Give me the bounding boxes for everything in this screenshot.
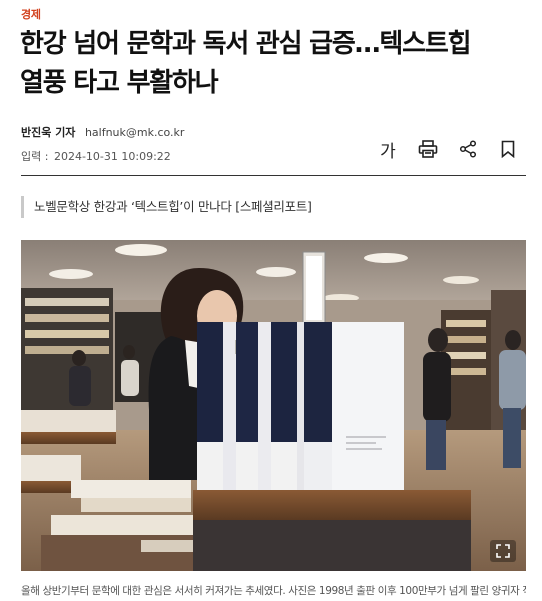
header-divider <box>21 175 526 176</box>
article-toolbar: 가 <box>368 137 528 162</box>
headline-line-2: 열풍 타고 부활하나 <box>20 68 219 98</box>
font-size-button[interactable]: 가 <box>368 137 408 162</box>
headline-line-1: 한강 넘어 문학과 독서 관심 급증…텍스트힙 <box>20 29 472 59</box>
author-name[interactable]: 반진욱 기자 <box>21 126 75 139</box>
date-label: 입력 : <box>21 150 49 163</box>
date-value: 2024-10-31 10:09:22 <box>53 150 171 163</box>
bookmark-button[interactable] <box>488 137 528 161</box>
publish-date: 입력 : 2024-10-31 10:09:22 <box>21 148 171 164</box>
author-email[interactable]: halfnuk@mk.co.kr <box>85 126 185 139</box>
expand-icon <box>496 544 510 558</box>
bookstore-photo <box>21 240 526 571</box>
article-photo[interactable] <box>21 240 526 571</box>
article-subhead: 노벨문학상 한강과 ‘텍스트힙’이 만나다 [스페셜리포트] <box>21 196 312 218</box>
article-headline: 한강 넘어 문학과 독서 관심 급증…텍스트힙 열풍 타고 부활하나 <box>20 25 525 103</box>
byline: 반진욱 기자 halfnuk@mk.co.kr <box>21 124 184 140</box>
bookmark-icon <box>501 140 515 158</box>
article-category[interactable]: 경제 <box>21 6 41 22</box>
expand-photo-button[interactable] <box>490 540 516 562</box>
print-button[interactable] <box>408 137 448 161</box>
photo-caption: 올해 상반기부터 문학에 대한 관심은 서서히 커져가는 추세였다. 사진은 1… <box>21 585 526 597</box>
share-icon <box>459 140 477 158</box>
print-icon <box>418 140 438 158</box>
share-button[interactable] <box>448 137 488 161</box>
